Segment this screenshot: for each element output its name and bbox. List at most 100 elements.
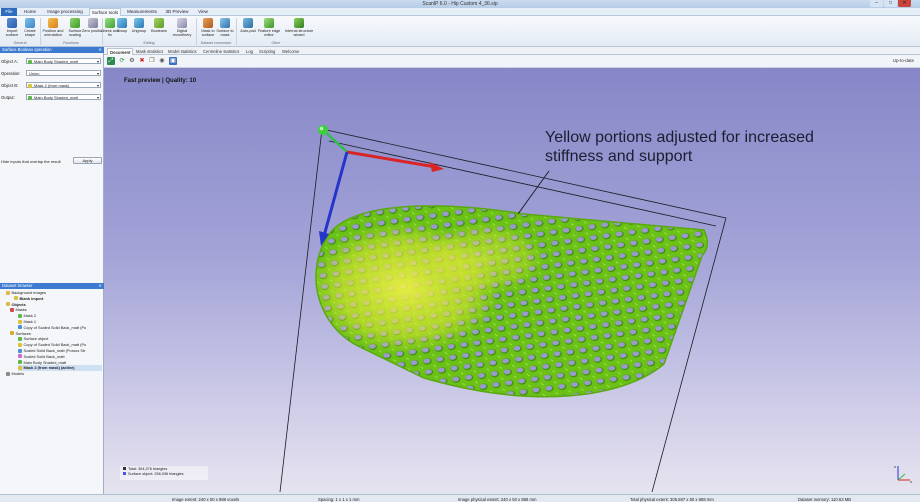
surface-to-mask-button[interactable]: Surface to mask	[214, 18, 236, 40]
group-button[interactable]: Group	[114, 18, 130, 40]
group-icon	[117, 18, 127, 28]
auto-pad-button[interactable]: Auto-pad	[237, 18, 259, 40]
layer-icon	[18, 313, 22, 318]
tree-item[interactable]: Objects	[6, 302, 102, 308]
object-a-row: Object A: Main Body Shaded_matt ▾	[0, 57, 104, 65]
tree-item[interactable]: Copy of Scaled Solid Back_matt (Po	[18, 325, 102, 331]
tree-item[interactable]: Main Body Shaded_matt	[18, 360, 102, 366]
tab-welcome[interactable]: Welcome	[282, 48, 299, 55]
camera-icon[interactable]: ◉	[158, 57, 166, 65]
tab-3d-preview[interactable]: 3D Preview	[163, 8, 191, 16]
tab-model-statistics[interactable]: Model statistics	[168, 48, 197, 55]
tab-image-processing[interactable]: Image processing	[43, 8, 87, 16]
dataset-panel-header: Dataset browser ✕	[0, 283, 104, 289]
status-spacing: Spacing: 1 x 1 x 1 mm	[318, 496, 360, 502]
chevron-down-icon: ▾	[96, 95, 99, 100]
chevron-down-icon: ▾	[96, 59, 99, 64]
svg-text:z: z	[894, 464, 896, 469]
close-button[interactable]: ✕	[898, 0, 911, 7]
surface-object-icon	[28, 84, 32, 88]
tab-mask-statistics[interactable]: Mask statistics	[136, 48, 163, 55]
position-orientation-button[interactable]: Position and orientation	[41, 18, 65, 40]
tree-item[interactable]: Surface object	[18, 336, 102, 342]
tab-measurements[interactable]: Measurements	[124, 8, 160, 16]
status-image-extent: Image extent: 240 x 50 x 888 voxels	[172, 496, 240, 502]
output-select[interactable]: Main Body Shaded_matt ▾	[26, 94, 101, 100]
svg-text:x: x	[910, 479, 912, 484]
layer-icon	[18, 325, 22, 330]
triangle-stats: Total: 354,376 triangles Surface object:…	[120, 466, 208, 480]
fit-view-icon[interactable]: ⤢	[107, 57, 115, 65]
tree-item-label: Mask 1	[23, 319, 37, 324]
copy-icon[interactable]: ❐	[148, 57, 156, 65]
maximize-button[interactable]: □	[884, 0, 897, 7]
layer-icon	[14, 296, 18, 301]
layer-icon	[18, 348, 22, 353]
object-b-select[interactable]: Mask 2 (from mask) ▾	[26, 82, 101, 88]
tree-item-label: Mask 2 (from mask) (active)	[23, 365, 75, 371]
export-icon[interactable]: ▣	[169, 57, 177, 65]
document-tab-bar: Document Mask statistics Model statistic…	[104, 47, 920, 55]
internal-structure-wizard-button[interactable]: Internal structure wizard	[284, 18, 314, 40]
tree-item-label: Objects	[11, 301, 26, 307]
tab-scripting[interactable]: Scripting	[259, 48, 275, 55]
booleans-button[interactable]: Booleans	[148, 18, 170, 40]
viewport-toolbar: ⤢ ⟳ ⚙ ✖ ❐ ◉ ▣ Up-to-date	[104, 55, 920, 68]
surface-icon	[10, 331, 14, 336]
minimize-button[interactable]: –	[870, 0, 883, 7]
title-bar: ScanIP 6.0 - Hip Custom 4_36.sip – □ ✕	[0, 0, 920, 8]
output-row: Output: Main Body Shaded_matt ▾	[0, 93, 104, 101]
feature-edge-editor-button[interactable]: Feature edge editor	[257, 18, 281, 40]
lattice-body	[316, 205, 708, 397]
clear-icon[interactable]: ✖	[138, 57, 146, 65]
digital-reconfinery-button[interactable]: Digital reconfinery	[170, 18, 194, 40]
create-shape-button[interactable]: Create shape	[19, 18, 41, 40]
object-a-select[interactable]: Main Body Shaded_matt ▾	[26, 58, 101, 64]
tree-item[interactable]: Models	[6, 371, 102, 377]
orientation-axes-icon: z x	[894, 464, 912, 484]
ribbon-group-general: General	[13, 41, 27, 45]
ribbon-group-other: Other	[271, 41, 281, 45]
apply-button[interactable]: Apply	[73, 157, 102, 164]
status-physical-extent: Image physical extent: 240 x 50 x 888 mm	[458, 496, 537, 502]
ribbon: Import surface Create shape Position and…	[0, 16, 920, 47]
3d-viewport[interactable]: Fast preview | Quality: 10 Yellow portio…	[104, 68, 920, 492]
refresh-icon[interactable]: ⟳	[118, 57, 126, 65]
tree-item[interactable]: Scaled Solid Back_matt	[18, 354, 102, 360]
tree-item[interactable]: Surfaces	[10, 331, 102, 337]
tree-item[interactable]: Mask 2 (from mask) (active)	[18, 365, 102, 371]
tree-item[interactable]: Copy of Scaled Solid Back_matt (Po	[18, 342, 102, 348]
tab-view[interactable]: View	[194, 8, 212, 16]
left-panel: Surface Boolean operation ✕ Object A: Mai…	[0, 47, 104, 494]
tree-item-label: Background images	[11, 290, 46, 295]
tree-item[interactable]: Masks	[10, 307, 102, 313]
internal-structure-icon	[294, 18, 304, 28]
tab-centreline-statistics[interactable]: Centreline statistics	[203, 48, 239, 55]
folder-icon	[6, 302, 10, 307]
tree-item[interactable]: Scaled Solid Back_matt (Porous Str	[18, 348, 102, 354]
panel-close-icon[interactable]: ✕	[98, 283, 102, 289]
surface-to-mask-icon	[220, 18, 230, 28]
tree-item-label: Copy of Scaled Solid Back_matt (Po	[23, 342, 87, 348]
tab-file[interactable]: File	[1, 8, 17, 16]
operation-select[interactable]: Union ▾	[26, 70, 101, 76]
tree-item[interactable]: Blank import	[14, 296, 102, 302]
tab-surface-tools[interactable]: Surface tools	[89, 8, 121, 16]
tree-item-label: Surface object	[23, 336, 49, 342]
tree-item[interactable]: Mask 1	[18, 319, 102, 325]
tree-item[interactable]: Background images	[6, 290, 102, 296]
settings-gear-icon[interactable]: ⚙	[128, 57, 136, 65]
ribbon-group-dataset-conversion: Dataset conversion	[200, 41, 232, 45]
tree-item[interactable]: Mask 2	[18, 313, 102, 319]
ungroup-button[interactable]: Ungroup	[130, 18, 148, 40]
import-surface-icon	[7, 18, 17, 28]
tab-log[interactable]: Log	[246, 48, 253, 55]
panel-close-icon[interactable]: ✕	[98, 47, 102, 53]
tab-home[interactable]: Home	[20, 8, 40, 16]
status-memory: Dataset memory: 110.63 MB	[798, 496, 851, 502]
tree-item-label: Scaled Solid Back_matt	[23, 353, 65, 359]
booleans-icon	[154, 18, 164, 28]
ungroup-icon	[134, 18, 144, 28]
operation-panel-header: Surface Boolean operation ✕	[0, 47, 104, 53]
tab-document[interactable]: Document	[107, 48, 134, 55]
